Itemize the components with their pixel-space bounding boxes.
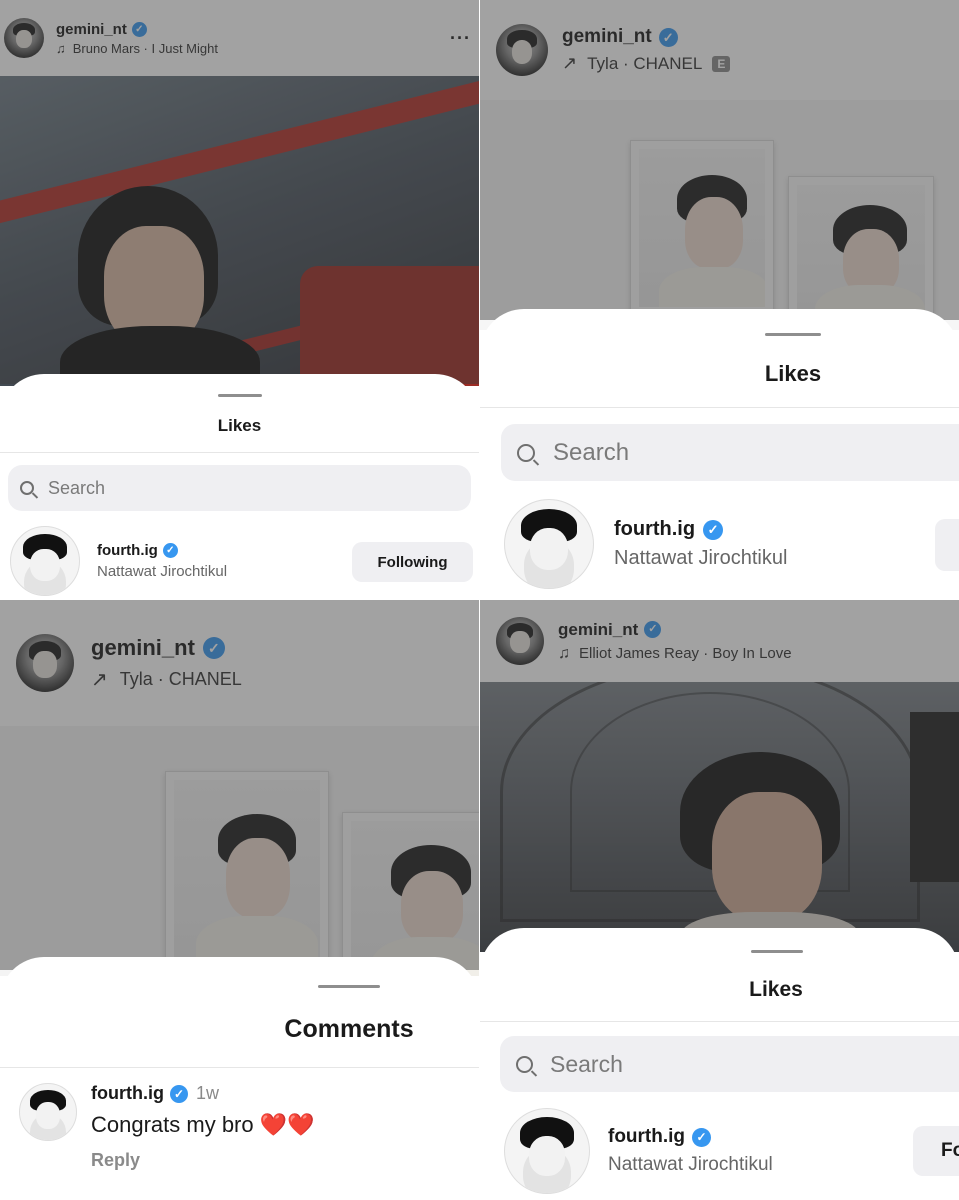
post-photo[interactable] [0,726,479,976]
post-header: gemini_nt ✓ ♫ Elliot James Reay · Boy In… [480,600,959,682]
sheet-handle[interactable] [765,333,821,336]
post-audio-label[interactable]: Bruno Mars · I Just Might [73,41,218,56]
divider [0,1067,479,1068]
panel-post-comments: gemini_nt ✓ ↗ Tyla · CHANEL Comments fou… [0,600,479,1200]
post-username[interactable]: gemini_nt [91,635,195,661]
search-icon [516,1055,533,1073]
search-field[interactable]: Search [8,465,471,511]
post-photo[interactable] [480,682,959,952]
explicit-badge: E [712,55,731,72]
music-note-icon: ♫ [558,644,570,662]
reply-button[interactable]: Reply [91,1150,315,1171]
verified-badge-icon: ✓ [162,543,178,558]
search-field[interactable]: Search [500,1036,959,1092]
avatar[interactable] [504,1108,590,1194]
post-header: gemini_nt ✓ ↗ Tyla · CHANEL [0,600,479,726]
more-options-icon[interactable]: ··· [450,28,471,49]
post-photo[interactable] [0,76,479,386]
post-username[interactable]: gemini_nt [562,26,652,48]
arrow-up-right-icon: ↗ [91,668,108,691]
avatar[interactable] [16,634,74,692]
verified-badge-icon: ✓ [169,1084,188,1103]
sheet-title: Likes [764,361,822,386]
list-item[interactable]: fourth.ig ✓ Nattawat Jirochtikul [504,1108,773,1194]
avatar[interactable] [19,1083,77,1141]
panel-post-likes-2: gemini_nt ✓ ↗ Tyla · CHANEL E Likes Sear… [480,0,959,600]
comment-username[interactable]: fourth.ig [91,1083,164,1104]
following-button[interactable] [935,519,959,571]
avatar[interactable] [496,24,548,76]
verified-badge-icon: ✓ [131,21,147,37]
comment-item: fourth.ig ✓ 1w Congrats my bro ❤️❤️ Repl… [19,1083,315,1171]
list-item[interactable]: fourth.ig ✓ Nattawat Jirochtikul [10,526,227,596]
post-header: gemini_nt ✓ ↗ Tyla · CHANEL E [480,0,959,100]
likes-sheet: Likes Search fourth.ig ✓ Nattawat Jiroch… [480,309,959,600]
following-button[interactable]: Fo [913,1126,959,1176]
sheet-title: Comments [284,1015,414,1043]
search-placeholder: Search [553,438,630,466]
music-note-icon: ♫ [56,40,66,56]
divider [0,452,479,453]
user-username[interactable]: fourth.ig [614,518,695,541]
user-full-name: Nattawat Jirochtikul [97,563,228,580]
post-username[interactable]: gemini_nt [56,21,127,38]
sheet-title: Likes [749,978,803,1001]
user-full-name: Nattawat Jirochtikul [608,1154,773,1175]
list-item[interactable]: fourth.ig ✓ Nattawat Jirochtikul [504,499,787,589]
sheet-handle[interactable] [318,985,380,988]
comment-text: Congrats my bro ❤️❤️ [91,1112,315,1137]
panel-post-likes-3: gemini_nt ✓ ♫ Elliot James Reay · Boy In… [480,600,959,1200]
divider [480,407,959,408]
avatar[interactable] [504,499,594,589]
sheet-handle[interactable] [217,394,262,397]
sheet-handle[interactable] [751,950,803,953]
likes-sheet: Likes Search fourth.ig ✓ Nattawat Jiroch… [480,928,959,1200]
arrow-up-right-icon: ↗ [562,53,578,73]
user-full-name: Nattawat Jirochtikul [614,547,788,569]
verified-badge-icon: ✓ [658,27,678,47]
post-photo[interactable] [480,100,959,330]
post-audio-label[interactable]: Tyla · CHANEL [587,54,702,74]
comment-time: 1w [195,1083,219,1103]
search-placeholder: Search [550,1050,623,1077]
post-audio-label[interactable]: Elliot James Reay · Boy In Love [579,645,792,662]
verified-badge-icon: ✓ [202,636,225,659]
following-button[interactable]: Following [352,542,473,582]
avatar[interactable] [496,617,544,665]
user-username[interactable]: fourth.ig [608,1126,685,1148]
verified-badge-icon: ✓ [703,519,724,540]
post-username[interactable]: gemini_nt [558,620,638,640]
verified-badge-icon: ✓ [644,621,662,638]
search-placeholder: Search [48,477,106,498]
avatar[interactable] [4,18,44,58]
avatar[interactable] [10,526,80,596]
divider [480,1021,959,1022]
user-username[interactable]: fourth.ig [97,542,158,559]
panel-post-likes-1: gemini_nt ✓ ♫ Bruno Mars · I Just Might … [0,0,479,600]
sheet-title: Likes [217,416,262,435]
verified-badge-icon: ✓ [692,1127,712,1147]
likes-sheet: Likes Search fourth.ig ✓ Nattawat Jiroch… [0,374,479,600]
search-field[interactable]: Search [501,424,959,481]
comments-sheet: Comments fourth.ig ✓ 1w Congrats my bro … [0,957,479,1200]
search-icon [517,443,535,462]
post-header: gemini_nt ✓ ♫ Bruno Mars · I Just Might … [0,0,479,76]
post-audio-label[interactable]: Tyla · CHANEL [120,669,242,690]
search-icon [20,481,34,495]
